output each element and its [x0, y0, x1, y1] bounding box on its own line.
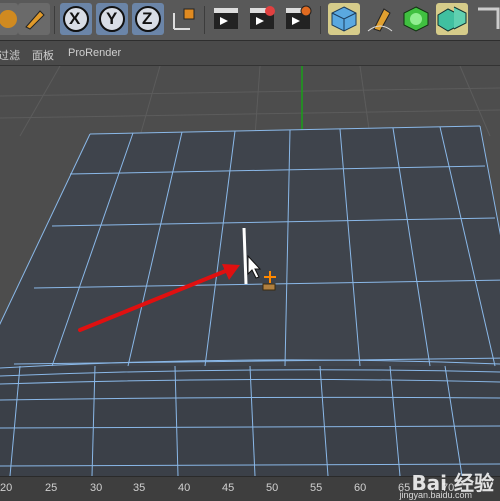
ruler-tick: 30	[90, 482, 103, 494]
main-toolbar: X Y Z	[0, 0, 500, 41]
render-to-picture-viewer-button[interactable]	[246, 3, 278, 35]
deformer-icon	[478, 7, 500, 29]
watermark-url: jingyan.baidu.com	[399, 490, 472, 500]
ruler-tick: 55	[310, 482, 323, 494]
render-settings-button[interactable]	[282, 3, 314, 35]
clapper-picture-icon	[250, 6, 275, 29]
ruler-tick: 25	[45, 482, 58, 494]
move-icon	[0, 10, 17, 28]
clapper-icon	[214, 8, 238, 29]
plane-top-face[interactable]	[0, 126, 500, 366]
axis-z-label: Z	[142, 9, 153, 28]
cube-icon	[331, 6, 357, 32]
coordinate-system-button[interactable]	[168, 3, 200, 35]
deformer-button[interactable]	[472, 3, 500, 35]
array-button[interactable]	[436, 3, 468, 35]
ruler-tick: 20	[0, 482, 13, 494]
3d-viewport[interactable]	[0, 66, 500, 476]
subdivision-icon	[403, 6, 429, 32]
move-tool-button[interactable]	[0, 3, 18, 35]
cube-object-button[interactable]	[328, 3, 360, 35]
pen-spline-button[interactable]	[364, 3, 396, 35]
subdivision-button[interactable]	[400, 3, 432, 35]
menu-filter[interactable]: 过滤	[0, 47, 20, 63]
ruler-tick: 50	[266, 482, 279, 494]
array-icon	[437, 6, 467, 32]
coordinate-system-icon	[173, 8, 195, 30]
pen-icon	[367, 8, 393, 32]
viewport-canvas	[0, 66, 500, 476]
axis-x-label: X	[69, 9, 81, 28]
axis-z-button[interactable]: Z	[132, 3, 164, 35]
clapper-gear-icon	[286, 5, 312, 29]
menu-panel[interactable]: 面板	[32, 47, 54, 63]
plane-front-face[interactable]	[0, 366, 500, 476]
pencil-icon	[22, 7, 46, 31]
ruler-tick: 40	[178, 482, 191, 494]
menu-prorender[interactable]: ProRender	[68, 47, 121, 59]
axis-y-button[interactable]: Y	[96, 3, 128, 35]
axis-x-button[interactable]: X	[60, 3, 92, 35]
ruler-tick: 35	[133, 482, 146, 494]
selected-edge[interactable]	[242, 227, 248, 285]
ruler-tick: 60	[354, 482, 367, 494]
world-grid	[0, 66, 500, 137]
brush-tool-button[interactable]	[18, 3, 50, 35]
render-view-button[interactable]	[210, 3, 242, 35]
viewport-menubar: 过滤 面板 ProRender	[0, 41, 500, 66]
ruler-tick: 45	[222, 482, 235, 494]
axis-y-label: Y	[106, 9, 118, 28]
